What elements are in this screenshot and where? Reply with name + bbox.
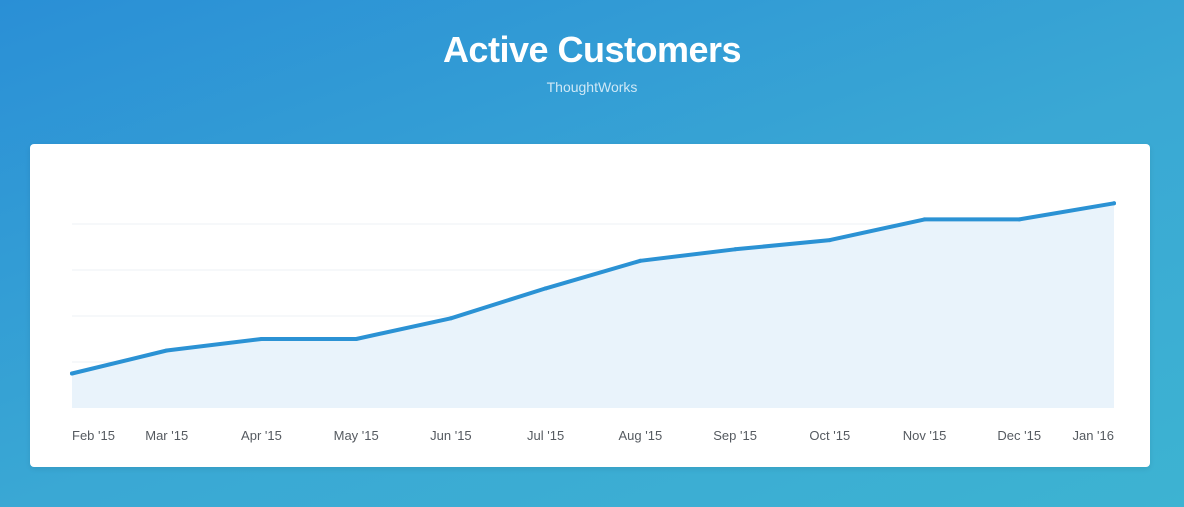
data-point (259, 337, 264, 341)
series-area-fill (72, 203, 1114, 408)
x-tick-label: Dec '15 (997, 428, 1041, 443)
data-point (1112, 201, 1116, 206)
data-point (638, 258, 643, 263)
data-point (448, 316, 453, 321)
x-tick-label: Jun '15 (430, 428, 472, 443)
data-point (827, 238, 832, 243)
x-axis-ticks: Feb '15 Mar '15 Apr '15 May '15 Jun '15 Jul '… (72, 428, 1114, 443)
data-point (922, 217, 927, 222)
data-point (354, 337, 359, 341)
x-tick-label: Sep '15 (713, 428, 757, 443)
x-tick-label: Apr '15 (241, 428, 282, 443)
data-point (543, 286, 548, 291)
x-tick-label: May '15 (334, 428, 379, 443)
x-tick-label: Nov '15 (903, 428, 947, 443)
x-tick-label: Jan '16 (1072, 428, 1114, 443)
data-point (733, 247, 738, 252)
data-point (70, 371, 74, 376)
x-tick-label: Aug '15 (619, 428, 663, 443)
data-point (1017, 217, 1022, 222)
data-point (164, 348, 169, 353)
x-tick-label: Jul '15 (527, 428, 564, 443)
chart-card: Feb '15 Mar '15 Apr '15 May '15 Jun '15 Jul '… (30, 144, 1150, 467)
x-tick-label: Oct '15 (809, 428, 850, 443)
x-tick-label: Feb '15 (72, 428, 115, 443)
chart-subtitle: ThoughtWorks (546, 79, 638, 95)
chart-title: Active Customers (442, 29, 742, 70)
x-tick-label: Mar '15 (145, 428, 188, 443)
chart-header: Active Customers ThoughtWorks (0, 28, 1184, 96)
area-chart: Feb '15 Mar '15 Apr '15 May '15 Jun '15 Jul '… (70, 201, 1116, 443)
